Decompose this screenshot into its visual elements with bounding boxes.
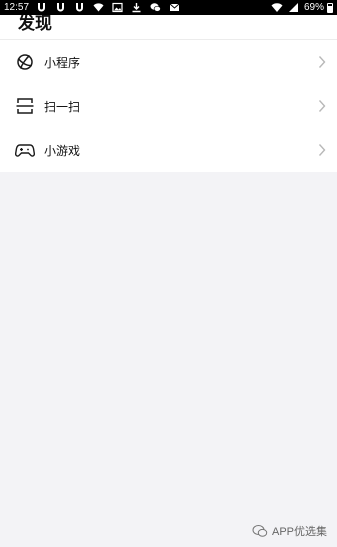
cellular-signal-icon bbox=[287, 2, 299, 13]
chevron-right-icon bbox=[318, 55, 326, 69]
chevron-right-icon bbox=[318, 143, 326, 157]
status-right: 69% bbox=[267, 0, 333, 15]
mini-program-icon bbox=[15, 52, 35, 72]
menu-item-mini-programs[interactable]: 小程序 bbox=[0, 40, 337, 84]
discover-menu-list: 小程序 扫一扫 小游戏 bbox=[0, 40, 337, 172]
header: 发现 bbox=[0, 15, 337, 39]
image-icon bbox=[112, 2, 123, 13]
wechat-icon bbox=[150, 2, 161, 13]
u-shield-icon bbox=[36, 2, 47, 13]
u-shield-icon bbox=[55, 2, 66, 13]
u-shield-icon bbox=[74, 2, 85, 13]
notification-icons bbox=[36, 2, 188, 13]
signal-app-icon bbox=[93, 2, 104, 13]
wechat-logo-icon bbox=[252, 524, 268, 538]
mail-icon bbox=[169, 2, 180, 13]
status-bar: 12:57 69% bbox=[0, 0, 337, 15]
menu-item-scan[interactable]: 扫一扫 bbox=[0, 84, 337, 128]
battery-percent: 69% bbox=[303, 2, 324, 13]
menu-item-label: 小程序 bbox=[44, 55, 81, 70]
scan-icon bbox=[15, 96, 35, 116]
battery-icon bbox=[327, 2, 333, 13]
chevron-right-icon bbox=[318, 99, 326, 113]
status-time: 12:57 bbox=[4, 2, 30, 13]
page-title: 发现 bbox=[18, 15, 52, 34]
menu-item-label: 扫一扫 bbox=[44, 99, 81, 114]
download-icon bbox=[131, 2, 142, 13]
gamepad-icon bbox=[15, 140, 35, 160]
menu-item-label: 小游戏 bbox=[44, 143, 81, 158]
watermark-text: APP优选集 bbox=[271, 526, 327, 538]
watermark: APP优选集 bbox=[252, 523, 327, 539]
menu-item-mini-games[interactable]: 小游戏 bbox=[0, 128, 337, 172]
wifi-icon bbox=[271, 2, 283, 13]
